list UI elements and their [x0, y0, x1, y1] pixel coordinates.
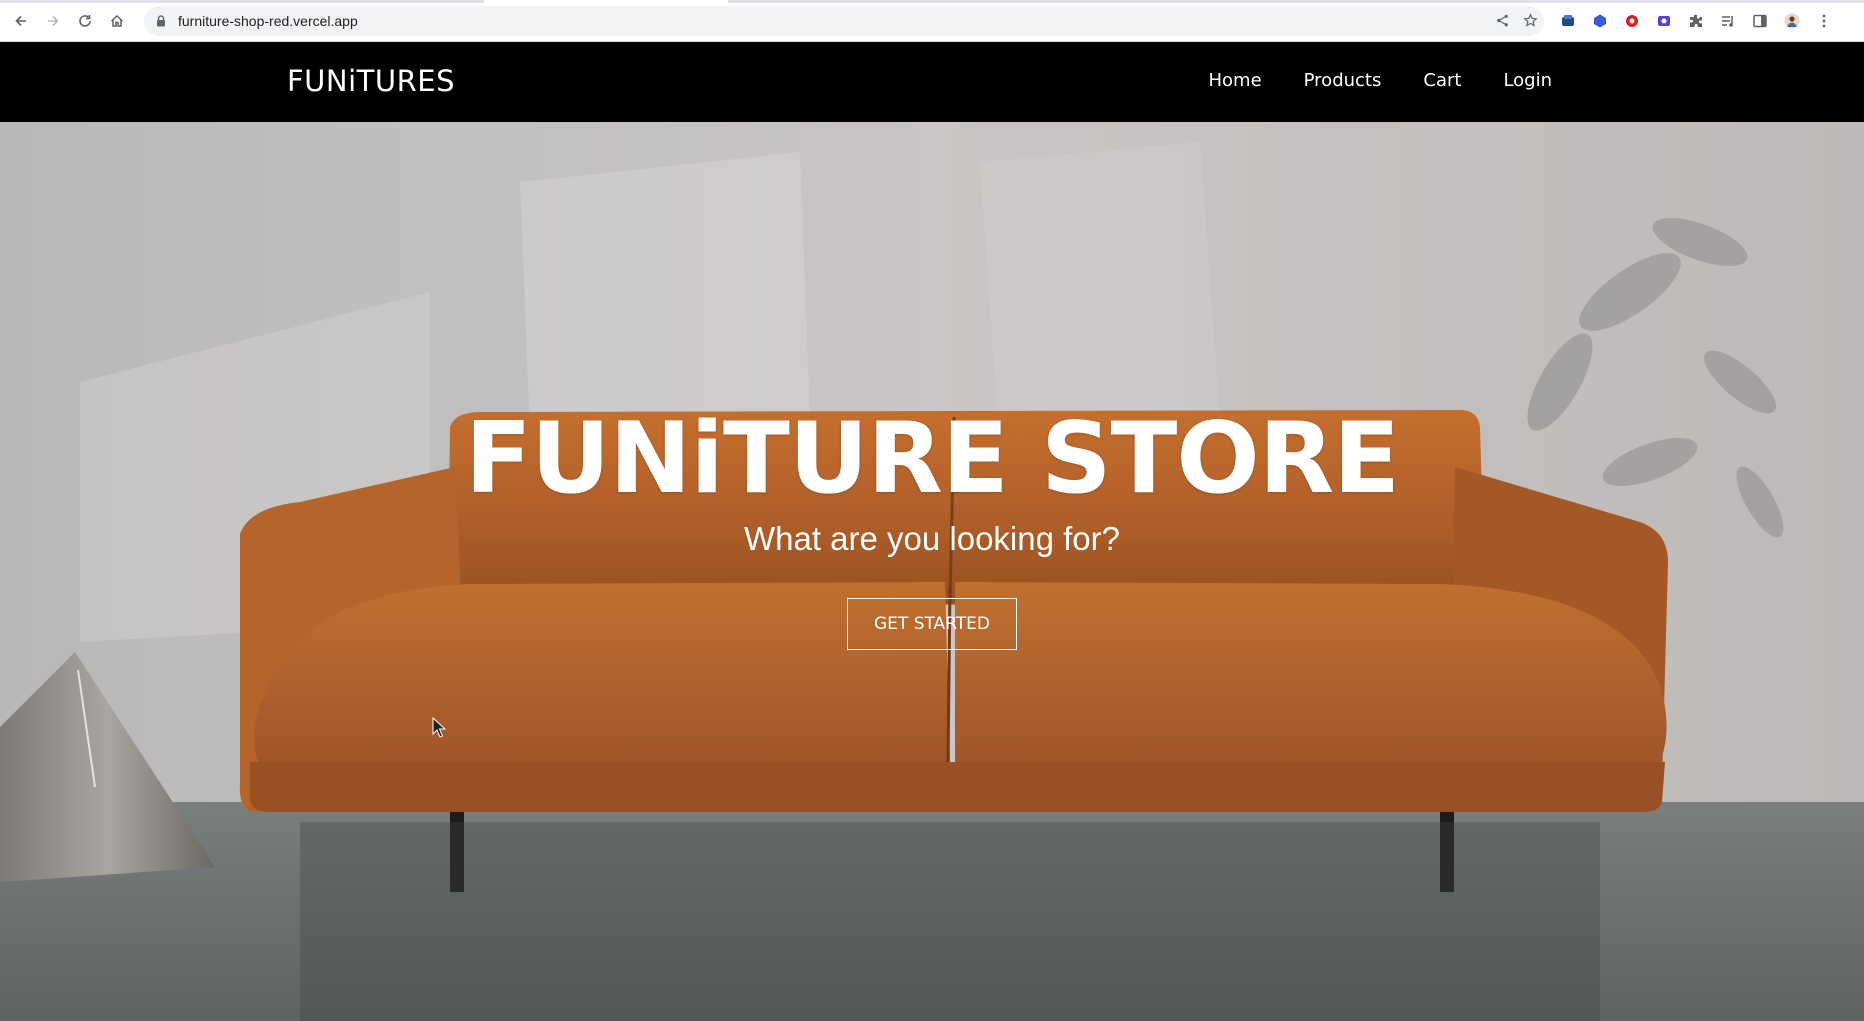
- tab-search-icon[interactable]: [1714, 7, 1742, 35]
- extensions-icon[interactable]: [1682, 7, 1710, 35]
- browser-toolbar: furniture-shop-red.vercel.app: [0, 0, 1864, 42]
- hero-background-image: [0, 122, 1864, 1021]
- hero-subtitle: What are you looking for?: [743, 520, 1121, 557]
- home-icon[interactable]: [104, 8, 130, 34]
- hero-section: FUNiTURE STORE What are you looking for?…: [0, 122, 1864, 1021]
- lock-icon[interactable]: [154, 14, 168, 28]
- nav-home-link[interactable]: Home: [1208, 70, 1261, 91]
- tab-strip: [0, 0, 1864, 3]
- extensions-bar: [1554, 7, 1838, 35]
- nav-login-link[interactable]: Login: [1503, 70, 1552, 91]
- profile-avatar[interactable]: [1778, 7, 1806, 35]
- mouse-cursor-icon: [432, 717, 446, 738]
- brand-logo[interactable]: FUNiTURES: [287, 64, 455, 98]
- active-tab-indicator: [484, 0, 728, 3]
- site-navbar: FUNiTURES Home Products Cart Login: [0, 42, 1864, 122]
- address-bar[interactable]: furniture-shop-red.vercel.app: [144, 5, 1544, 36]
- forward-icon[interactable]: [40, 8, 66, 34]
- nav-cart-link[interactable]: Cart: [1423, 70, 1461, 91]
- reload-icon[interactable]: [72, 8, 98, 34]
- url-text[interactable]: furniture-shop-red.vercel.app: [178, 13, 358, 29]
- nav-products-link[interactable]: Products: [1304, 70, 1382, 91]
- share-icon[interactable]: [1488, 7, 1516, 35]
- extension-icon-4[interactable]: [1650, 7, 1678, 35]
- menu-icon[interactable]: [1810, 7, 1838, 35]
- side-panel-icon[interactable]: [1746, 7, 1774, 35]
- extension-icon-2[interactable]: [1586, 7, 1614, 35]
- hero-title: FUNiTURE STORE: [464, 402, 1400, 516]
- back-icon[interactable]: [8, 8, 34, 34]
- extension-icon-3[interactable]: [1618, 7, 1646, 35]
- star-icon[interactable]: [1516, 7, 1544, 35]
- nav-links: Home Products Cart Login: [1208, 70, 1552, 91]
- get-started-button[interactable]: GET STARTED: [847, 598, 1017, 650]
- extension-icon-1[interactable]: [1554, 7, 1582, 35]
- browser-nav-buttons: [8, 8, 130, 34]
